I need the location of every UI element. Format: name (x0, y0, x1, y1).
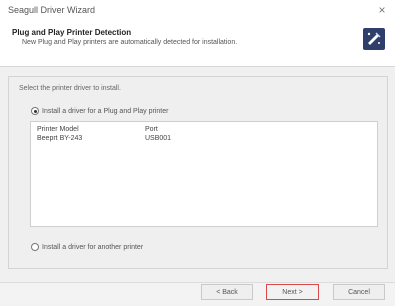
plug-and-play-label: Install a driver for a Plug and Play pri… (42, 107, 169, 115)
option-plug-and-play[interactable]: Install a driver for a Plug and Play pri… (31, 107, 168, 115)
cancel-button[interactable]: Cancel (333, 284, 385, 300)
back-button[interactable]: < Back (201, 284, 253, 300)
plug-and-play-radio[interactable] (31, 107, 39, 115)
page-subtitle: New Plug and Play printers are automatic… (22, 39, 238, 46)
window-title: Seagull Driver Wizard (8, 5, 96, 15)
other-printer-label: Install a driver for another printer (42, 243, 144, 251)
driver-selection-group: Select the printer driver to install. In… (8, 76, 388, 269)
printer-port-cell[interactable]: USB001 (145, 135, 171, 142)
printer-list[interactable]: Printer Model Port Beeprt BY-243 USB001 (30, 121, 378, 227)
footer-divider (0, 282, 395, 283)
printer-model-cell[interactable]: Beeprt BY-243 (37, 135, 82, 142)
select-driver-label: Select the printer driver to install. (19, 85, 121, 92)
wizard-header: Plug and Play Printer Detection New Plug… (0, 22, 395, 67)
next-button[interactable]: Next > (266, 284, 319, 300)
driver-wizard-window: Seagull Driver Wizard × Plug and Play Pr… (0, 0, 395, 306)
column-header-model: Printer Model (37, 126, 79, 133)
column-header-port: Port (145, 126, 158, 133)
page-title: Plug and Play Printer Detection (12, 28, 132, 37)
other-printer-radio[interactable] (31, 243, 39, 251)
wizard-body: Select the printer driver to install. In… (0, 67, 395, 282)
wizard-icon (363, 28, 385, 50)
close-icon[interactable]: × (375, 3, 389, 17)
option-other-printer[interactable]: Install a driver for another printer (31, 243, 143, 251)
title-bar: Seagull Driver Wizard × (0, 0, 395, 22)
